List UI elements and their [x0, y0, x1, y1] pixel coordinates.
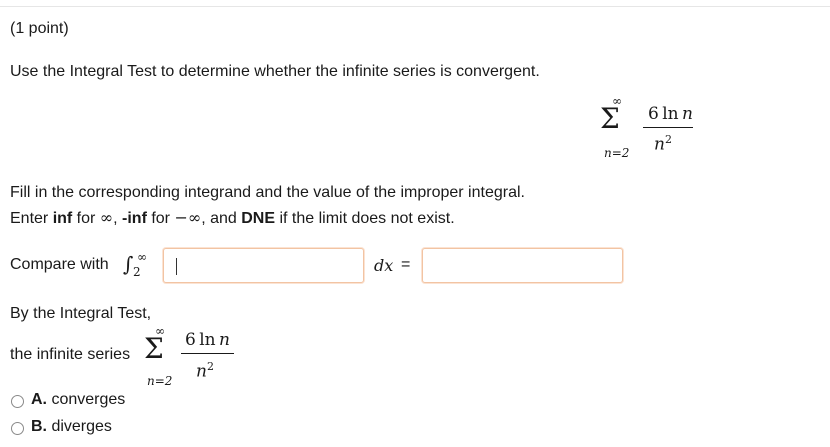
inline-fraction-bar: [181, 353, 234, 354]
series-fraction-bar: [643, 127, 693, 128]
integrand-input[interactable]: [163, 248, 364, 283]
integral-upper-limit: ∞: [137, 250, 147, 264]
sigma-symbol: Σ: [600, 102, 620, 135]
instruction-line-2: Enter inf for ∞, -inf for −∞, and DNE if…: [10, 208, 455, 227]
series-label: the infinite series: [10, 346, 131, 363]
sum-lower-limit: n=2: [604, 146, 630, 160]
option-diverges[interactable]: B. diverges: [31, 418, 112, 436]
question-prompt: Use the Integral Test to determine wheth…: [10, 63, 540, 80]
option-converges[interactable]: A. converges: [31, 391, 125, 409]
inline-sigma-symbol: Σ: [144, 332, 164, 365]
integral-symbol: ∫: [123, 252, 134, 276]
inline-sum-lower-limit: n=2: [147, 374, 173, 388]
radio-diverges[interactable]: [11, 422, 24, 435]
by-integral-test-text: By the Integral Test,: [10, 305, 152, 322]
top-divider: [0, 6, 830, 7]
equals-sign: =: [401, 256, 411, 273]
series-numerator: 6 ln n: [648, 104, 693, 124]
instruction-line-1: Fill in the corresponding integrand and …: [10, 184, 525, 201]
inline-series-denominator: n2: [196, 360, 214, 382]
integral-value-input[interactable]: [422, 248, 623, 283]
radio-converges[interactable]: [11, 395, 24, 408]
dx-label: dx: [374, 256, 394, 275]
integral-lower-limit: 2: [133, 265, 141, 279]
compare-label: Compare with: [10, 256, 109, 273]
points-label: (1 point): [10, 20, 69, 37]
inline-series-numerator: 6 ln n: [185, 330, 230, 350]
text-caret: [176, 258, 177, 275]
series-denominator: n2: [654, 133, 672, 155]
